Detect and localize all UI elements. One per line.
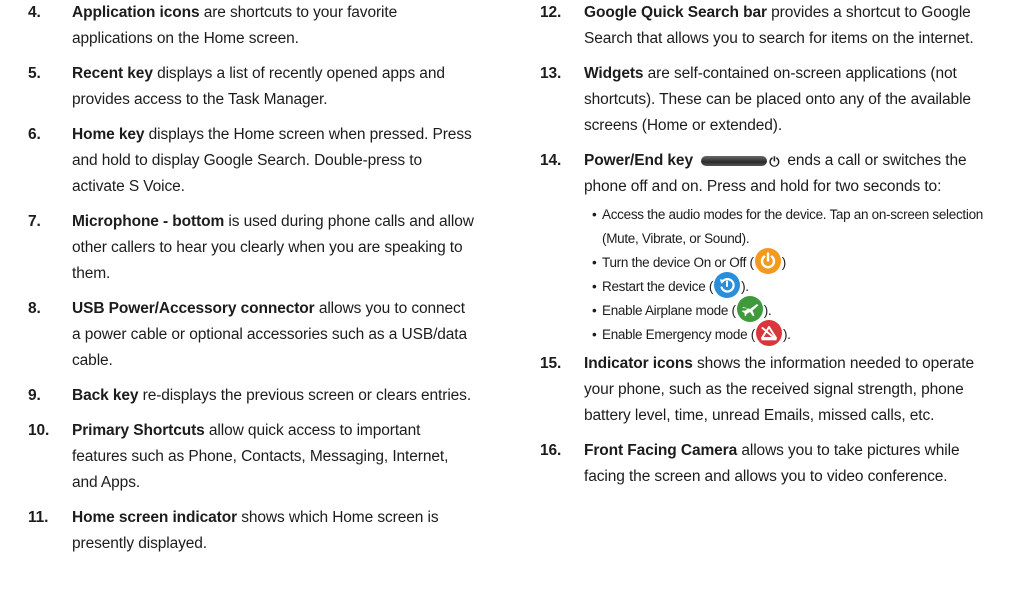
bullet-item: • Turn the device On or Off ( ) xyxy=(592,248,990,275)
item-number: 11. xyxy=(28,509,49,526)
item-number: 10. xyxy=(28,422,50,439)
item-text: are self-contained on-screen application… xyxy=(584,65,971,134)
left-column: 4. Application icons are shortcuts to yo… xyxy=(28,0,476,566)
item-number: 8. xyxy=(28,300,41,317)
item-number: 4. xyxy=(28,4,41,21)
list-item: 16. Front Facing Camera allows you to ta… xyxy=(540,438,990,490)
item-term: Home screen indicator xyxy=(72,509,238,526)
list-item: 10. Primary Shortcuts allow quick access… xyxy=(28,418,476,496)
item-term: Application icons xyxy=(72,4,200,21)
bullet-text: ) xyxy=(781,255,787,270)
item-term: Indicator icons xyxy=(584,355,693,372)
item-number: 6. xyxy=(28,126,41,143)
bullet-dot: • xyxy=(592,207,597,222)
list-item: 12. Google Quick Search bar provides a s… xyxy=(540,0,990,52)
item-number: 9. xyxy=(28,387,41,404)
emergency-mode-icon xyxy=(755,320,782,347)
bullet-text: Enable Airplane mode ( xyxy=(602,303,736,318)
list-item: 9. Back key re-displays the previous scr… xyxy=(28,383,476,409)
item-number: 13. xyxy=(540,65,562,82)
bullet-item: • Enable Emergency mode ( ). xyxy=(592,320,990,347)
list-item: 6. Home key displays the Home screen whe… xyxy=(28,122,476,200)
bullet-item: • Enable Airplane mode ( ). xyxy=(592,296,990,323)
item-term: USB Power/Accessory connector xyxy=(72,300,315,317)
item-number: 15. xyxy=(540,355,562,372)
list-item: 13. Widgets are self-contained on-screen… xyxy=(540,61,990,139)
list-item: 11. Home screen indicator shows which Ho… xyxy=(28,505,476,557)
item-number: 5. xyxy=(28,65,41,82)
item-term: Power/End key xyxy=(584,152,693,169)
list-item: 14. Power/End key ⏻ ends a call or switc… xyxy=(540,148,990,347)
item-term: Google Quick Search bar xyxy=(584,4,767,21)
list-item: 8. USB Power/Accessory connector allows … xyxy=(28,296,476,374)
bullet-text: Access the audio modes for the device. T… xyxy=(602,207,983,246)
item-term: Home key xyxy=(72,126,145,143)
bullet-item: • Restart the device ( ). xyxy=(592,272,990,299)
bullet-dot: • xyxy=(592,327,597,342)
bullet-text: ). xyxy=(782,327,791,342)
item-term: Microphone - bottom xyxy=(72,213,225,230)
item-term: Primary Shortcuts xyxy=(72,422,205,439)
list-item: 15. Indicator icons shows the informatio… xyxy=(540,351,990,429)
item-term: Front Facing Camera xyxy=(584,442,738,459)
bullet-dot: • xyxy=(592,255,597,270)
manual-page: 4. Application icons are shortcuts to yo… xyxy=(0,0,1012,607)
item-term: Back key xyxy=(72,387,139,404)
item-number: 7. xyxy=(28,213,41,230)
bullet-item: • Access the audio modes for the device.… xyxy=(592,203,990,251)
power-options-list: • Access the audio modes for the device.… xyxy=(584,203,990,347)
power-key-button-icon: ⏻ xyxy=(701,154,779,169)
item-number: 16. xyxy=(540,442,562,459)
bullet-dot: • xyxy=(592,279,597,294)
list-item: 7. Microphone - bottom is used during ph… xyxy=(28,209,476,287)
list-item: 4. Application icons are shortcuts to yo… xyxy=(28,0,476,52)
bullet-text: Turn the device On or Off ( xyxy=(602,255,754,270)
bullet-text: Enable Emergency mode ( xyxy=(602,327,755,342)
list-item: 5. Recent key displays a list of recentl… xyxy=(28,61,476,113)
right-column: 12. Google Quick Search bar provides a s… xyxy=(540,0,990,499)
bullet-text: ). xyxy=(763,303,772,318)
restart-icon xyxy=(714,272,741,299)
item-number: 14. xyxy=(540,152,562,169)
airplane-mode-icon xyxy=(736,296,763,323)
item-text: re-displays the previous screen or clear… xyxy=(138,387,472,404)
item-term: Widgets xyxy=(584,65,644,82)
item-term: Recent key xyxy=(72,65,153,82)
power-icon xyxy=(754,248,781,275)
bullet-dot: • xyxy=(592,303,597,318)
bullet-text: ). xyxy=(741,279,749,294)
item-number: 12. xyxy=(540,4,562,21)
bullet-text: Restart the device ( xyxy=(602,279,714,294)
